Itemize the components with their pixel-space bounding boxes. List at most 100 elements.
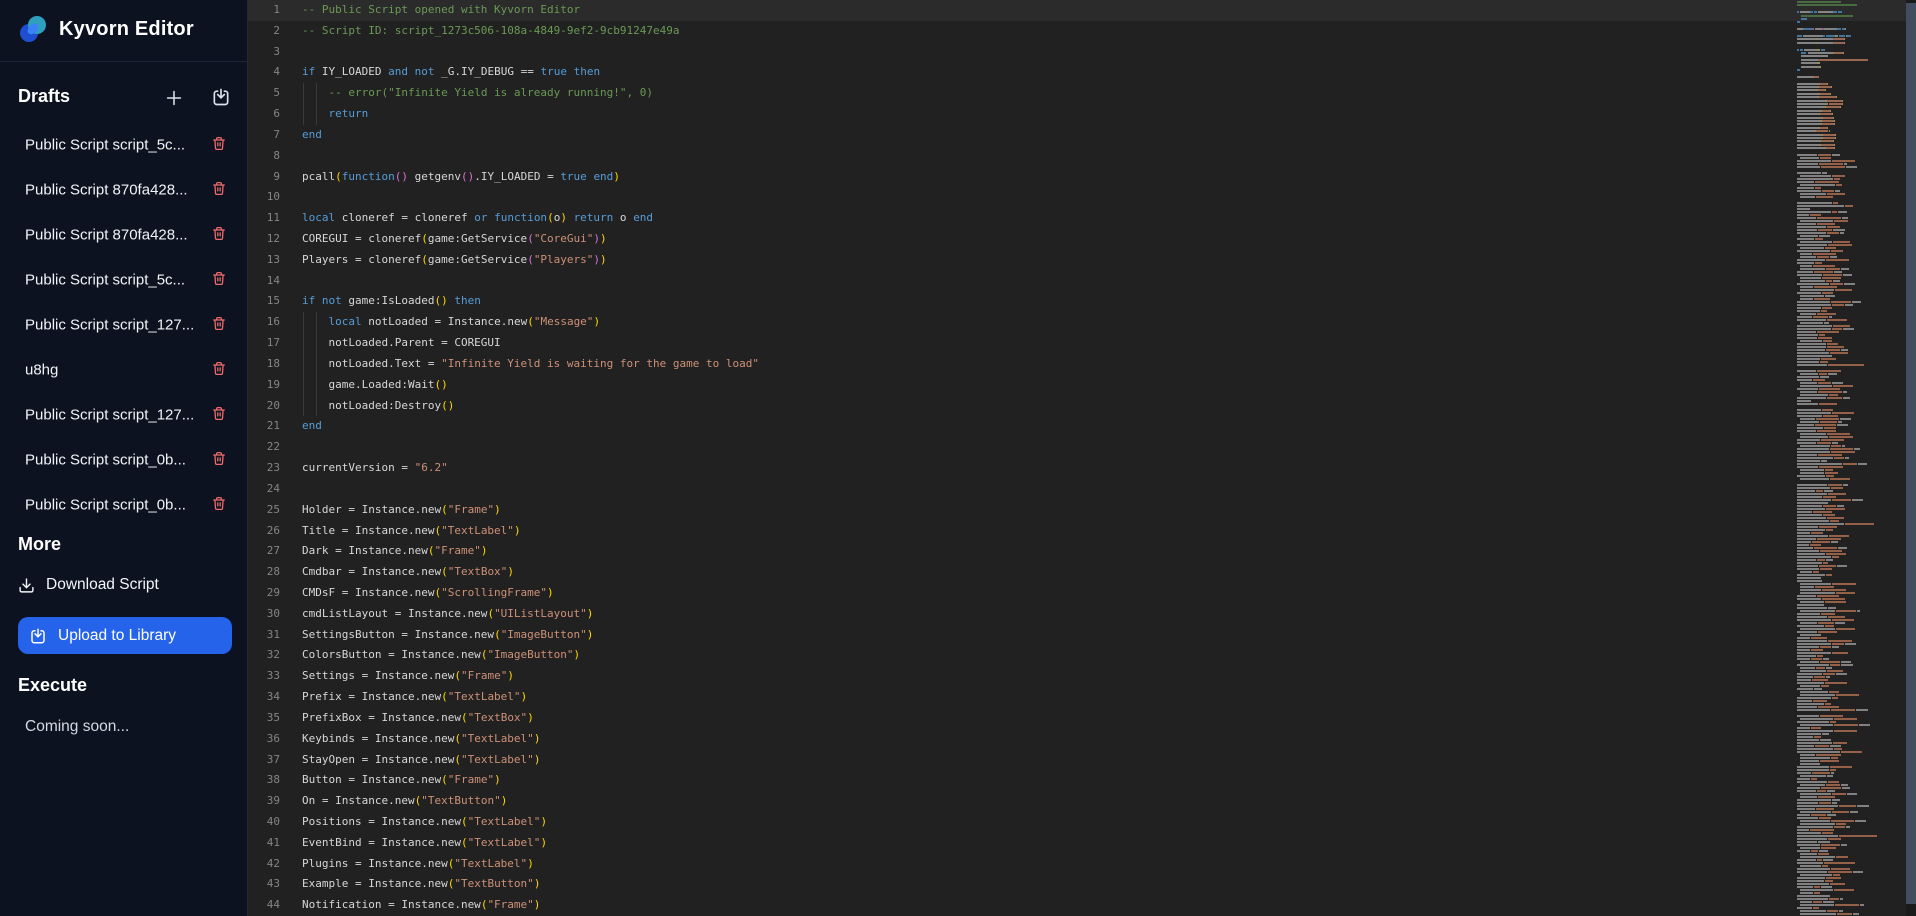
code-line[interactable]: 15if not game:IsLoaded() then	[248, 291, 1906, 312]
minimap-line	[1797, 595, 1816, 597]
draft-item[interactable]: Public Script script_127...	[0, 310, 248, 340]
code-line[interactable]: 25Holder = Instance.new("Frame")	[248, 500, 1906, 521]
delete-draft-button[interactable]	[212, 181, 226, 199]
draft-item[interactable]: Public Script script_0b...	[0, 490, 248, 520]
code-line[interactable]: 23currentVersion = "6.2"	[248, 458, 1906, 479]
code-line[interactable]: 41EventBind = Instance.new("TextLabel")	[248, 833, 1906, 854]
minimap-line	[1847, 35, 1850, 37]
code-line[interactable]: 2-- Script ID: script_1273c506-108a-4849…	[248, 21, 1906, 42]
minimap-line	[1797, 721, 1829, 723]
code-line[interactable]: 43Example = Instance.new("TextButton")	[248, 874, 1906, 895]
code-line[interactable]: 27Dark = Instance.new("Frame")	[248, 541, 1906, 562]
minimap-line	[1810, 544, 1821, 546]
minimap-line	[1800, 280, 1825, 282]
delete-draft-button[interactable]	[212, 136, 226, 154]
minimap-line	[1797, 331, 1816, 333]
draft-item[interactable]: Public Script script_5c...	[0, 130, 248, 160]
code-line[interactable]: 20 notLoaded:Destroy()	[248, 396, 1906, 417]
minimap-line	[1826, 553, 1846, 555]
draft-item[interactable]: Public Script script_0b...	[0, 445, 248, 475]
minimap-line	[1814, 547, 1837, 549]
code-line[interactable]: 8	[248, 146, 1906, 167]
delete-draft-button[interactable]	[212, 406, 226, 424]
code-line[interactable]: 11local cloneref = cloneref or function(…	[248, 208, 1906, 229]
code-line[interactable]: 26Title = Instance.new("TextLabel")	[248, 521, 1906, 542]
code-line[interactable]: 18 notLoaded.Text = "Infinite Yield is w…	[248, 354, 1906, 375]
code-line[interactable]: 14	[248, 271, 1906, 292]
draft-item[interactable]: Public Script script_5c...	[0, 265, 248, 295]
code-line[interactable]: 22	[248, 437, 1906, 458]
minimap-line	[1829, 394, 1838, 396]
minimap-line	[1814, 76, 1819, 78]
minimap-line	[1820, 715, 1842, 717]
code-line[interactable]: 29CMDsF = Instance.new("ScrollingFrame")	[248, 583, 1906, 604]
new-draft-button[interactable]	[163, 87, 185, 109]
code-line[interactable]: 12COREGUI = cloneref(game:GetService("Co…	[248, 229, 1906, 250]
code-line[interactable]: 32ColorsButton = Instance.new("ImageButt…	[248, 645, 1906, 666]
minimap-line	[1797, 868, 1830, 870]
code-line[interactable]: 6 return	[248, 104, 1906, 125]
minimap-line	[1819, 388, 1840, 390]
code-line[interactable]: 1-- Public Script opened with Kyvorn Edi…	[248, 0, 1906, 21]
delete-draft-button[interactable]	[212, 226, 226, 244]
code-line[interactable]: 21end	[248, 416, 1906, 437]
code-line[interactable]: 38Button = Instance.new("Frame")	[248, 770, 1906, 791]
minimap-line	[1804, 49, 1818, 51]
code-line[interactable]: 17 notLoaded.Parent = COREGUI	[248, 333, 1906, 354]
code-line[interactable]: 36Keybinds = Instance.new("TextLabel")	[248, 729, 1906, 750]
code-line[interactable]: 10	[248, 187, 1906, 208]
minimap-line	[1839, 835, 1877, 837]
code-line[interactable]: 28Cmdbar = Instance.new("TextBox")	[248, 562, 1906, 583]
delete-draft-button[interactable]	[212, 271, 226, 289]
code-line[interactable]: 9pcall(function() getgenv().IY_LOADED = …	[248, 167, 1906, 188]
minimap-line	[1816, 490, 1823, 492]
code-line[interactable]: 44Notification = Instance.new("Frame")	[248, 895, 1906, 916]
minimap-line	[1797, 376, 1819, 378]
minimap-line	[1815, 262, 1822, 264]
code-line[interactable]: 33Settings = Instance.new("Frame")	[248, 666, 1906, 687]
delete-draft-button[interactable]	[212, 451, 226, 469]
code-line[interactable]: 42Plugins = Instance.new("TextLabel")	[248, 854, 1906, 875]
minimap-line	[1829, 103, 1843, 105]
minimap-line	[1800, 610, 1835, 612]
minimap-line	[1800, 193, 1826, 195]
code-line[interactable]: 16 local notLoaded = Instance.new("Messa…	[248, 312, 1906, 333]
code-line[interactable]: 7end	[248, 125, 1906, 146]
code-line[interactable]: 13Players = cloneref(game:GetService("Pl…	[248, 250, 1906, 271]
save-draft-button[interactable]	[211, 87, 231, 107]
code-line[interactable]: 30cmdListLayout = Instance.new("UIListLa…	[248, 604, 1906, 625]
line-number: 18	[248, 354, 280, 375]
draft-item[interactable]: Public Script 870fa428...	[0, 175, 248, 205]
delete-draft-button[interactable]	[212, 496, 226, 514]
code-line[interactable]: 40Positions = Instance.new("TextLabel")	[248, 812, 1906, 833]
code-line[interactable]: 3	[248, 42, 1906, 63]
vertical-scrollbar[interactable]	[1906, 0, 1916, 916]
code-line[interactable]: 24	[248, 479, 1906, 500]
minimap-line	[1800, 718, 1833, 720]
minimap[interactable]	[1795, 0, 1906, 916]
minimap-line	[1797, 511, 1812, 513]
code-line[interactable]: 37StayOpen = Instance.new("TextLabel")	[248, 750, 1906, 771]
minimap-line	[1830, 769, 1836, 771]
code-line[interactable]: 4if IY_LOADED and not _G.IY_DEBUG == tru…	[248, 62, 1906, 83]
scrollbar-thumb[interactable]	[1906, 3, 1916, 904]
minimap-line	[1800, 286, 1813, 288]
code-editor[interactable]: 1-- Public Script opened with Kyvorn Edi…	[248, 0, 1916, 916]
code-line[interactable]: 34Prefix = Instance.new("TextLabel")	[248, 687, 1906, 708]
code-line[interactable]: 35PrefixBox = Instance.new("TextBox")	[248, 708, 1906, 729]
minimap-line	[1822, 292, 1833, 294]
minimap-line	[1797, 415, 1822, 417]
delete-draft-button[interactable]	[212, 361, 226, 379]
download-script-button[interactable]: Download Script	[18, 576, 159, 594]
upload-to-library-button[interactable]: Upload to Library	[18, 617, 232, 654]
code-line[interactable]: 5 -- error("Infinite Yield is already ru…	[248, 83, 1906, 104]
delete-draft-button[interactable]	[212, 316, 226, 334]
draft-item[interactable]: Public Script 870fa428...	[0, 220, 248, 250]
code-line[interactable]: 39On = Instance.new("TextButton")	[248, 791, 1906, 812]
draft-item-label: Public Script script_5c...	[25, 272, 185, 289]
code-line[interactable]: 31SettingsButton = Instance.new("ImageBu…	[248, 625, 1906, 646]
draft-item[interactable]: Public Script script_127...	[0, 400, 248, 430]
minimap-line	[1836, 673, 1848, 675]
code-line[interactable]: 19 game.Loaded:Wait()	[248, 375, 1906, 396]
draft-item[interactable]: u8hg	[0, 355, 248, 385]
